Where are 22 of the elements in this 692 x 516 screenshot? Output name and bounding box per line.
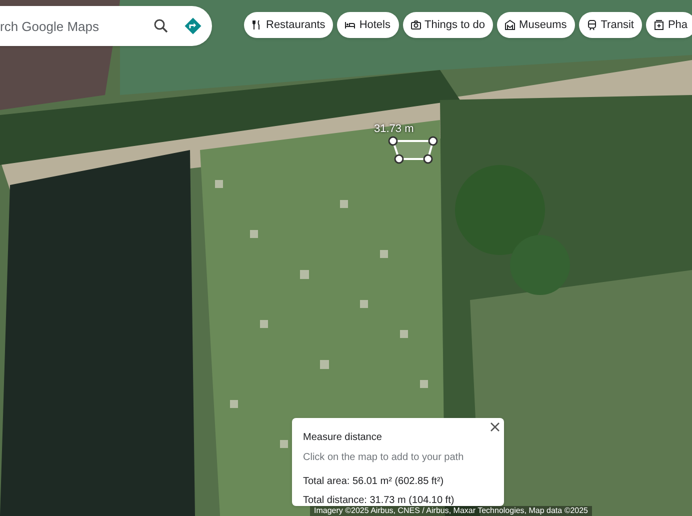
attribution-text: Imagery ©2025 Airbus, CNES / Airbus, Maxar Technologies, Map data ©2025 (314, 506, 588, 516)
category-chip[interactable]: Restaurants (244, 12, 334, 38)
category-chip[interactable]: Transit (578, 12, 642, 38)
directions-icon[interactable] (184, 17, 202, 35)
distance-label: 31.73 m (374, 122, 414, 137)
total-area: Total area: 56.01 m² (602.85 ft²) (303, 474, 493, 489)
category-chip[interactable]: Museums (497, 12, 575, 38)
category-chip[interactable]: Hotels (337, 12, 398, 38)
search-field[interactable]: rch Google Maps (0, 6, 212, 46)
category-chip[interactable]: Pha (646, 12, 692, 38)
panel-title: Measure distance (303, 431, 383, 445)
search-icon[interactable] (152, 17, 170, 35)
close-icon[interactable] (490, 422, 500, 432)
pharmacy-icon (652, 19, 665, 31)
bed-icon (344, 19, 356, 31)
total-distance: Total distance: 31.73 m (104.10 ft) (303, 494, 456, 507)
train-icon (586, 19, 598, 31)
panel-hint: Click on the map to add to your path (303, 451, 465, 465)
category-chip[interactable]: Things to do (402, 12, 494, 38)
camera-icon (410, 19, 422, 31)
museum-icon (504, 19, 516, 31)
measured-area-polygon[interactable] (387, 135, 439, 165)
